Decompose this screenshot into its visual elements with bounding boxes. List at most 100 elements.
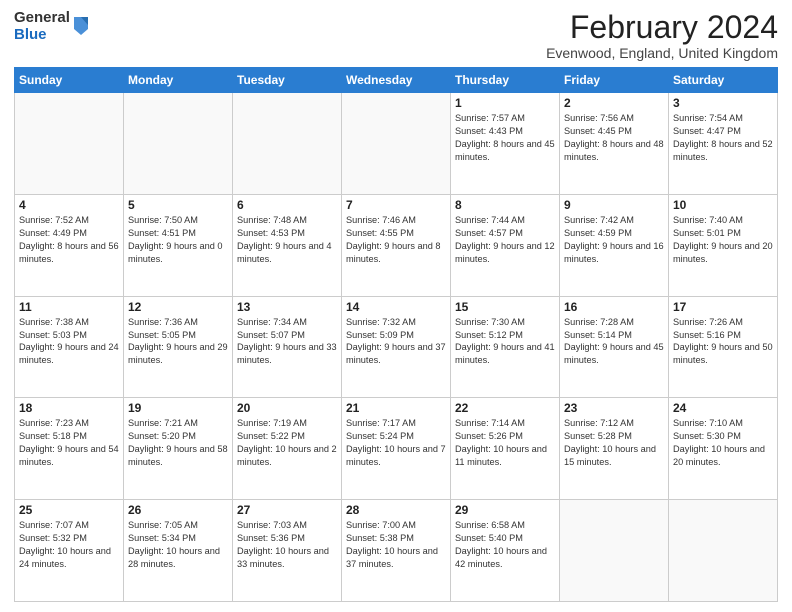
calendar-week-row: 18 Sunrise: 7:23 AM Sunset: 5:18 PM Dayli…	[15, 398, 778, 500]
table-row: 27Sunrise: 7:03 AM Sunset: 5:36 PM Dayli…	[233, 500, 342, 602]
day-number: 7	[346, 198, 446, 212]
day-number: 27	[237, 503, 337, 517]
table-row: 29Sunrise: 6:58 AM Sunset: 5:40 PM Dayli…	[451, 500, 560, 602]
day-number: 23	[564, 401, 664, 415]
day-number: 11	[19, 300, 119, 314]
table-row: 1 Sunrise: 7:57 AM Sunset: 4:43 PM Daylig…	[451, 93, 560, 195]
day-number: 21	[346, 401, 446, 415]
table-row: 24 Sunrise: 7:10 AM Sunset: 5:30 PM Dayli…	[669, 398, 778, 500]
day-number: 2	[564, 96, 664, 110]
day-number: 15	[455, 300, 555, 314]
day-info: Sunrise: 7:10 AM Sunset: 5:30 PM Dayligh…	[673, 417, 773, 469]
day-number: 4	[19, 198, 119, 212]
day-number: 22	[455, 401, 555, 415]
day-number: 12	[128, 300, 228, 314]
table-row: 26Sunrise: 7:05 AM Sunset: 5:34 PM Dayli…	[124, 500, 233, 602]
day-info: Sunrise: 7:00 AM Sunset: 5:38 PM Dayligh…	[346, 519, 446, 571]
day-info: Sunrise: 7:54 AM Sunset: 4:47 PM Dayligh…	[673, 112, 773, 164]
day-info: Sunrise: 7:40 AM Sunset: 5:01 PM Dayligh…	[673, 214, 773, 266]
calendar-week-row: 25 Sunrise: 7:07 AM Sunset: 5:32 PM Dayli…	[15, 500, 778, 602]
col-monday: Monday	[124, 68, 233, 93]
col-friday: Friday	[560, 68, 669, 93]
day-number: 9	[564, 198, 664, 212]
calendar-header-row: Sunday Monday Tuesday Wednesday Thursday…	[15, 68, 778, 93]
col-thursday: Thursday	[451, 68, 560, 93]
table-row: 6Sunrise: 7:48 AM Sunset: 4:53 PM Daylig…	[233, 194, 342, 296]
day-info: Sunrise: 7:56 AM Sunset: 4:45 PM Dayligh…	[564, 112, 664, 164]
table-row	[124, 93, 233, 195]
day-number: 5	[128, 198, 228, 212]
table-row: 9 Sunrise: 7:42 AM Sunset: 4:59 PM Daylig…	[560, 194, 669, 296]
day-number: 18	[19, 401, 119, 415]
table-row: 18 Sunrise: 7:23 AM Sunset: 5:18 PM Dayli…	[15, 398, 124, 500]
day-number: 29	[455, 503, 555, 517]
day-number: 17	[673, 300, 773, 314]
logo-text: General Blue	[14, 10, 70, 43]
day-info: Sunrise: 7:30 AM Sunset: 5:12 PM Dayligh…	[455, 316, 555, 368]
table-row	[15, 93, 124, 195]
day-number: 26	[128, 503, 228, 517]
day-info: Sunrise: 7:28 AM Sunset: 5:14 PM Dayligh…	[564, 316, 664, 368]
day-info: Sunrise: 7:21 AM Sunset: 5:20 PM Dayligh…	[128, 417, 228, 469]
table-row: 14Sunrise: 7:32 AM Sunset: 5:09 PM Dayli…	[342, 296, 451, 398]
table-row: 28 Sunrise: 7:00 AM Sunset: 5:38 PM Dayli…	[342, 500, 451, 602]
logo-blue: Blue	[14, 27, 70, 44]
calendar-table: Sunday Monday Tuesday Wednesday Thursday…	[14, 67, 778, 602]
table-row: 8 Sunrise: 7:44 AM Sunset: 4:57 PM Daylig…	[451, 194, 560, 296]
table-row: 5 Sunrise: 7:50 AM Sunset: 4:51 PM Daylig…	[124, 194, 233, 296]
table-row: 16 Sunrise: 7:28 AM Sunset: 5:14 PM Dayli…	[560, 296, 669, 398]
table-row	[233, 93, 342, 195]
day-info: Sunrise: 7:46 AM Sunset: 4:55 PM Dayligh…	[346, 214, 446, 266]
page: General Blue February 2024 Evenwood, Eng…	[0, 0, 792, 612]
day-info: Sunrise: 7:57 AM Sunset: 4:43 PM Dayligh…	[455, 112, 555, 164]
day-info: Sunrise: 7:34 AM Sunset: 5:07 PM Dayligh…	[237, 316, 337, 368]
logo-general: General	[14, 10, 70, 27]
table-row: 4Sunrise: 7:52 AM Sunset: 4:49 PM Daylig…	[15, 194, 124, 296]
header-area: General Blue February 2024 Evenwood, Eng…	[14, 10, 778, 61]
day-info: Sunrise: 7:14 AM Sunset: 5:26 PM Dayligh…	[455, 417, 555, 469]
title-block: February 2024 Evenwood, England, United …	[546, 10, 778, 61]
day-number: 25	[19, 503, 119, 517]
table-row: 20 Sunrise: 7:19 AM Sunset: 5:22 PM Dayli…	[233, 398, 342, 500]
day-info: Sunrise: 7:26 AM Sunset: 5:16 PM Dayligh…	[673, 316, 773, 368]
table-row: 3 Sunrise: 7:54 AM Sunset: 4:47 PM Daylig…	[669, 93, 778, 195]
col-sunday: Sunday	[15, 68, 124, 93]
calendar-week-row: 4Sunrise: 7:52 AM Sunset: 4:49 PM Daylig…	[15, 194, 778, 296]
col-wednesday: Wednesday	[342, 68, 451, 93]
table-row: 23 Sunrise: 7:12 AM Sunset: 5:28 PM Dayli…	[560, 398, 669, 500]
day-number: 1	[455, 96, 555, 110]
calendar-week-row: 11 Sunrise: 7:38 AM Sunset: 5:03 PM Dayli…	[15, 296, 778, 398]
day-info: Sunrise: 7:42 AM Sunset: 4:59 PM Dayligh…	[564, 214, 664, 266]
day-info: Sunrise: 7:32 AM Sunset: 5:09 PM Dayligh…	[346, 316, 446, 368]
day-info: Sunrise: 7:23 AM Sunset: 5:18 PM Dayligh…	[19, 417, 119, 469]
main-title: February 2024	[546, 10, 778, 45]
table-row: 7 Sunrise: 7:46 AM Sunset: 4:55 PM Daylig…	[342, 194, 451, 296]
day-info: Sunrise: 7:44 AM Sunset: 4:57 PM Dayligh…	[455, 214, 555, 266]
day-info: Sunrise: 7:38 AM Sunset: 5:03 PM Dayligh…	[19, 316, 119, 368]
logo: General Blue	[14, 10, 90, 43]
day-number: 28	[346, 503, 446, 517]
day-number: 16	[564, 300, 664, 314]
day-number: 8	[455, 198, 555, 212]
table-row	[342, 93, 451, 195]
day-number: 3	[673, 96, 773, 110]
col-saturday: Saturday	[669, 68, 778, 93]
day-info: Sunrise: 7:50 AM Sunset: 4:51 PM Dayligh…	[128, 214, 228, 266]
table-row: 11 Sunrise: 7:38 AM Sunset: 5:03 PM Dayli…	[15, 296, 124, 398]
table-row: 15 Sunrise: 7:30 AM Sunset: 5:12 PM Dayli…	[451, 296, 560, 398]
day-info: Sunrise: 7:17 AM Sunset: 5:24 PM Dayligh…	[346, 417, 446, 469]
day-number: 13	[237, 300, 337, 314]
day-info: Sunrise: 7:19 AM Sunset: 5:22 PM Dayligh…	[237, 417, 337, 469]
col-tuesday: Tuesday	[233, 68, 342, 93]
day-info: Sunrise: 7:12 AM Sunset: 5:28 PM Dayligh…	[564, 417, 664, 469]
day-number: 20	[237, 401, 337, 415]
table-row	[669, 500, 778, 602]
day-info: Sunrise: 7:07 AM Sunset: 5:32 PM Dayligh…	[19, 519, 119, 571]
logo-icon	[72, 15, 90, 37]
calendar-week-row: 1 Sunrise: 7:57 AM Sunset: 4:43 PM Daylig…	[15, 93, 778, 195]
table-row: 10Sunrise: 7:40 AM Sunset: 5:01 PM Dayli…	[669, 194, 778, 296]
day-info: Sunrise: 7:36 AM Sunset: 5:05 PM Dayligh…	[128, 316, 228, 368]
subtitle: Evenwood, England, United Kingdom	[546, 45, 778, 61]
table-row	[560, 500, 669, 602]
day-number: 24	[673, 401, 773, 415]
